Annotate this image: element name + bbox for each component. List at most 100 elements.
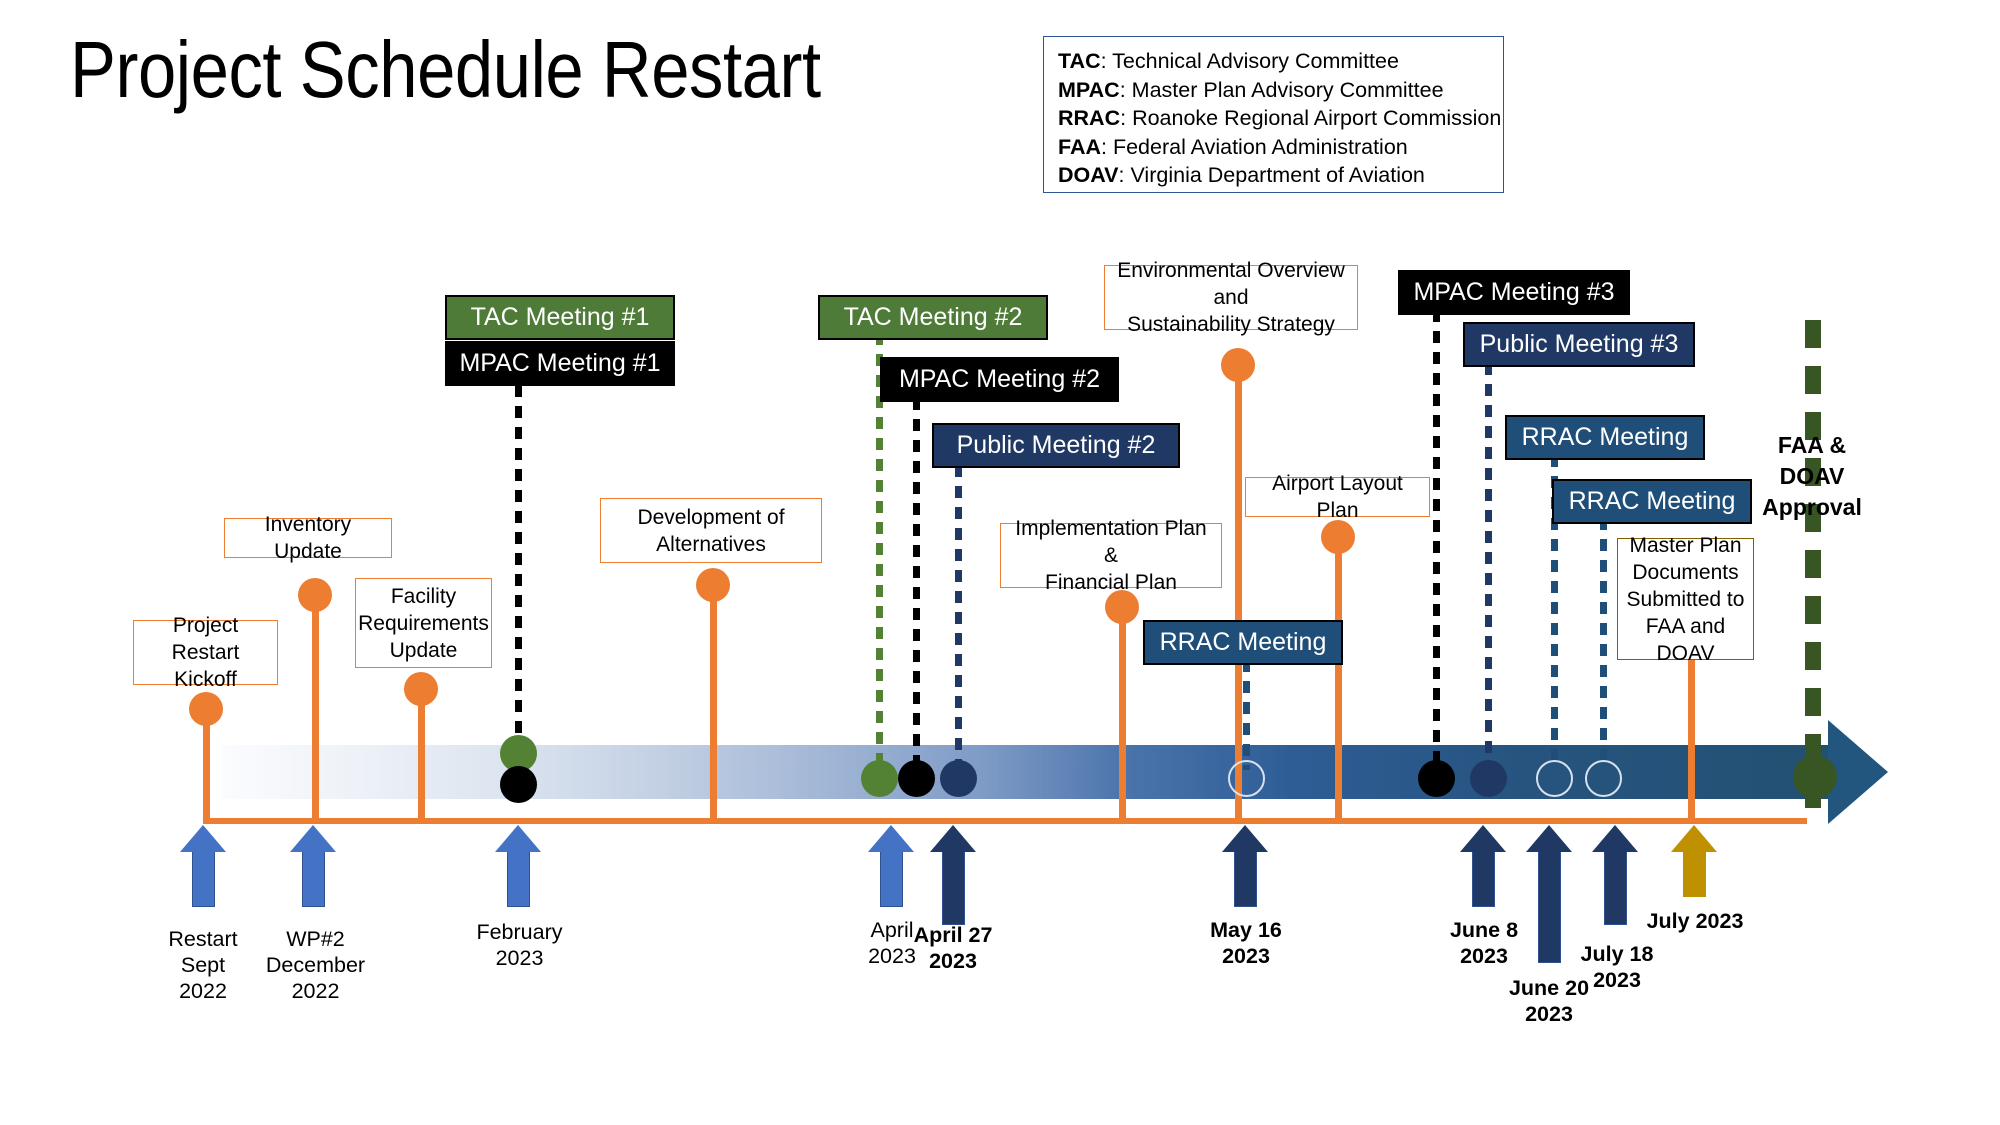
dot-project-restart-kickoff: [189, 692, 223, 726]
arrow-head-icon: [930, 825, 976, 852]
marker-mpac-meeting-1: [500, 766, 537, 803]
arrow-head-icon: [180, 825, 226, 852]
connector-public-meeting-3: [1485, 363, 1492, 765]
arrow-head-icon: [290, 825, 336, 852]
arrow-february-2023: [495, 825, 542, 907]
arrow-shaft: [1683, 851, 1706, 897]
legend-abbr: MPAC: [1058, 77, 1120, 102]
chip-public-meeting-2[interactable]: Public Meeting #2: [932, 423, 1180, 468]
arrow-shaft: [1472, 851, 1495, 907]
marker-mpac-meeting-3: [1418, 760, 1455, 797]
arrow-head-icon: [1460, 825, 1506, 852]
datelabel-wp2-december-2022: WP#2 December 2022: [265, 927, 366, 1003]
chip-rrac-meeting-july18[interactable]: RRAC Meeting: [1552, 479, 1752, 524]
marker-tac-meeting-2: [861, 760, 898, 797]
datelabel-may-16-2023: May 16 2023: [1210, 918, 1282, 968]
page-title: Project Schedule Restart: [70, 25, 821, 114]
timeline-arrowhead-icon: [1828, 720, 1888, 824]
arrow-april-2023: [868, 825, 915, 907]
arrow-june-8-2023: [1460, 825, 1507, 907]
legend-abbr: FAA: [1058, 134, 1101, 159]
chip-rrac-meeting-may[interactable]: RRAC Meeting: [1143, 620, 1343, 665]
dot-inventory-update: [298, 578, 332, 612]
dot-development-of-alternatives: [696, 568, 730, 602]
callout-project-restart-kickoff: Project Restart Kickoff: [133, 614, 278, 691]
chip-public-meeting-3[interactable]: Public Meeting #3: [1463, 322, 1695, 367]
stem-airport-layout-plan: [1335, 530, 1342, 824]
arrow-shaft: [192, 851, 215, 907]
callout-airport-layout-plan: Airport Layout Plan: [1245, 472, 1430, 522]
stem-master-plan-documents: [1688, 660, 1695, 824]
arrow-shaft: [1234, 851, 1257, 907]
arrow-head-icon: [495, 825, 541, 852]
stem-inventory-update: [312, 586, 319, 824]
callout-facility-requirements-update: Facility Requirements Update: [355, 578, 492, 668]
chip-mpac-meeting-2[interactable]: MPAC Meeting #2: [880, 357, 1119, 402]
arrow-head-icon: [1222, 825, 1268, 852]
arrow-april-27-2023: [930, 825, 977, 925]
slide-canvas: Project Schedule Restart TAC: Technical …: [0, 0, 2000, 1125]
chip-mpac-meeting-3[interactable]: MPAC Meeting #3: [1398, 270, 1630, 315]
arrow-wp2-december-2022: [290, 825, 337, 907]
arrow-shaft: [507, 851, 530, 907]
arrow-head-icon: [1671, 825, 1717, 852]
legend-row: FAA: Federal Aviation Administration: [1058, 133, 1503, 162]
arrow-shaft: [302, 851, 325, 907]
legend-row: DOAV: Virginia Department of Aviation: [1058, 161, 1503, 190]
marker-public-meeting-2: [940, 760, 977, 797]
datelabel-april-27-2023: April 27 2023: [913, 923, 993, 973]
legend-text: : Roanoke Regional Airport Commission: [1120, 106, 1502, 130]
datelabel-restart-sept-2022: Restart Sept 2022: [168, 927, 238, 1003]
dot-environmental-overview: [1221, 348, 1255, 382]
arrow-head-icon: [1592, 825, 1638, 852]
chip-mpac-meeting-1[interactable]: MPAC Meeting #1: [445, 341, 675, 386]
arrow-shaft: [880, 851, 903, 907]
arrow-head-icon: [868, 825, 914, 852]
legend-abbr: RRAC: [1058, 106, 1121, 130]
arrow-shaft: [942, 851, 965, 925]
callout-inventory-update: Inventory Update: [224, 513, 392, 563]
orange-connector-line: [203, 818, 1807, 824]
arrow-restart-sept-2022: [180, 825, 227, 907]
marker-rrac-meeting-may: [1228, 760, 1265, 797]
dot-airport-layout-plan: [1321, 520, 1355, 554]
legend-text: : Technical Advisory Committee: [1100, 49, 1399, 73]
dot-facility-requirements-update: [404, 672, 438, 706]
callout-implementation-financial-plan: Implementation Plan & Financial Plan: [1000, 517, 1222, 594]
marker-rrac-meeting-july18: [1585, 760, 1622, 797]
marker-faa-doav-approval: [1793, 755, 1837, 799]
connector-mpac-meeting-1: [515, 385, 522, 750]
legend-text: : Master Plan Advisory Committee: [1119, 77, 1444, 102]
legend-text: : Federal Aviation Administration: [1101, 134, 1408, 159]
callout-environmental-overview: Environmental Overview and Sustainabilit…: [1104, 259, 1358, 336]
stem-development-of-alternatives: [710, 586, 717, 824]
callout-master-plan-documents: Master Plan Documents Submitted to FAA a…: [1617, 534, 1754, 665]
arrow-july-2023: [1671, 825, 1718, 897]
connector-public-meeting-2: [955, 465, 962, 765]
legend-row: RRAC: Roanoke Regional Airport Commissio…: [1058, 104, 1503, 133]
marker-mpac-meeting-2: [898, 760, 935, 797]
legend-row: MPAC: Master Plan Advisory Committee: [1058, 76, 1503, 105]
stem-environmental-overview: [1235, 355, 1242, 824]
connector-rrac-meeting-may: [1243, 660, 1250, 770]
datelabel-february-2023: February 2023: [476, 920, 563, 970]
datelabel-july-18-2023: July 18 2023: [1580, 942, 1654, 992]
faa-doav-approval-label: FAA & DOAV Approval: [1762, 432, 1862, 520]
chip-tac-meeting-1[interactable]: TAC Meeting #1: [445, 295, 675, 340]
chip-tac-meeting-2[interactable]: TAC Meeting #2: [818, 295, 1048, 340]
legend-row: TAC: Technical Advisory Committee: [1058, 47, 1503, 76]
arrow-shaft: [1604, 851, 1627, 925]
stem-implementation-financial-plan: [1119, 605, 1126, 824]
chip-rrac-meeting-june20[interactable]: RRAC Meeting: [1505, 415, 1705, 460]
datelabel-june-8-2023: June 8 2023: [1449, 918, 1519, 968]
connector-faa-doav-approval: [1805, 320, 1821, 820]
arrow-may-16-2023: [1222, 825, 1269, 907]
legend-text: : Virginia Department of Aviation: [1118, 163, 1425, 187]
callout-development-of-alternatives: Development of Alternatives: [600, 498, 822, 563]
datelabel-july-2023: July 2023: [1646, 909, 1744, 933]
connector-rrac-meeting-july18: [1600, 518, 1607, 766]
connector-mpac-meeting-3: [1433, 310, 1440, 765]
abbreviation-legend-box: TAC: Technical Advisory Committee MPAC: …: [1043, 36, 1504, 193]
legend-abbr: DOAV: [1058, 163, 1119, 187]
legend-abbr: TAC: [1058, 49, 1101, 73]
